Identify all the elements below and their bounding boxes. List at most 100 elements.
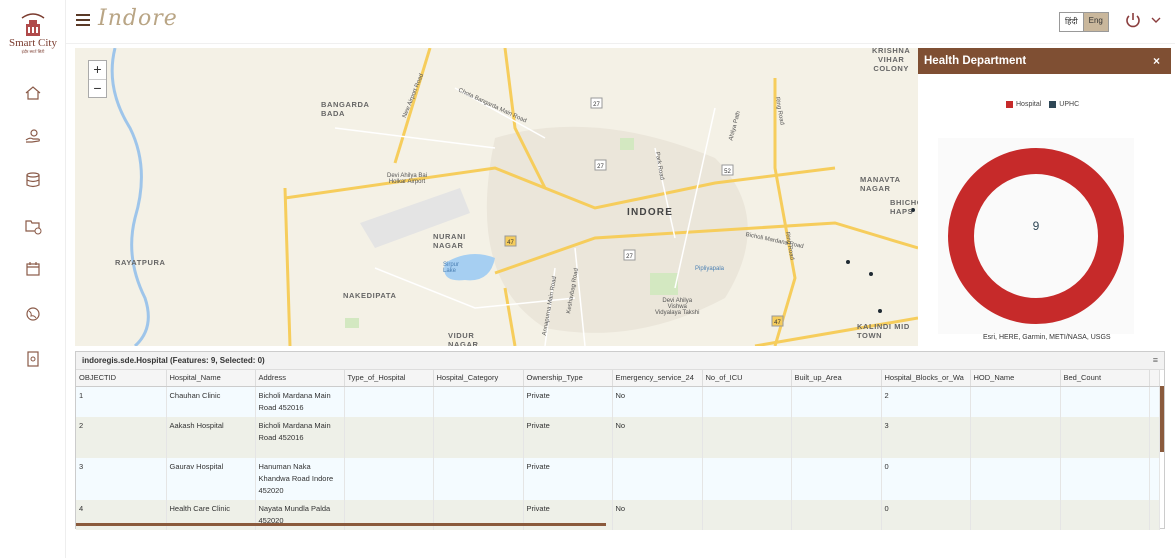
table-row[interactable]: 2 Aakash Hospital Bicholi Mardana Main Roa… <box>76 416 1160 458</box>
table-caption: indoregis.sde.Hospital (Features: 9, Sel… <box>76 352 1164 370</box>
column-header[interactable]: Type_of_Hospital <box>344 370 434 387</box>
column-header[interactable]: Bed_Count <box>1060 370 1150 387</box>
hand-coin-icon[interactable] <box>22 125 44 147</box>
donut-svg: 9 <box>948 148 1124 324</box>
map-attribution: Esri, HERE, Garmin, METI/NASA, USGS <box>983 334 1111 341</box>
cell-category <box>433 386 524 417</box>
table-menu-icon[interactable]: ≡ <box>1153 355 1158 365</box>
cell-emergency: No <box>612 386 703 417</box>
donut-chart[interactable]: 9 <box>938 138 1134 334</box>
top-bar: Indore हिंदी Eng <box>66 0 1175 44</box>
cell-icu <box>702 416 792 458</box>
svg-text:27: 27 <box>597 164 604 170</box>
power-icon[interactable] <box>1124 11 1142 29</box>
globe-icon[interactable] <box>22 303 44 325</box>
cell-category <box>433 416 524 458</box>
lang-hindi-button[interactable]: हिंदी <box>1060 13 1083 31</box>
map-label-nurani-nagar: NURANI NAGAR <box>433 232 466 250</box>
table-body: 1 Chauhan Clinic Bicholi Mardana Main Road… <box>76 386 1160 530</box>
chevron-down-icon[interactable] <box>1150 14 1162 26</box>
column-header[interactable]: Emergency_service_24 <box>612 370 703 387</box>
document-icon[interactable] <box>22 348 44 370</box>
cell-beds <box>1060 499 1150 530</box>
map-label-nakedipata: NAKEDIPATA <box>343 291 397 300</box>
cell-emergency <box>612 457 703 500</box>
legend-label: Hospital <box>1016 101 1042 108</box>
cell-area <box>791 499 882 530</box>
cell-area <box>791 416 882 458</box>
folder-add-icon[interactable] <box>22 215 44 237</box>
map-label-rayatpura: RAYATPURA <box>115 258 166 267</box>
table-header-row: OBJECTID Hospital_Name Address Type_of_Hosp… <box>76 370 1160 387</box>
cell-ownership: Private <box>523 386 613 417</box>
cell-spacer <box>1149 386 1160 417</box>
column-header[interactable]: Address <box>255 370 345 387</box>
cell-blocks: 0 <box>881 499 971 530</box>
calendar-icon[interactable] <box>22 258 44 280</box>
hospital-marker <box>878 309 882 313</box>
column-header[interactable]: Hospital_Name <box>166 370 256 387</box>
panel-header: Health Department × <box>918 48 1171 74</box>
hospital-marker <box>869 272 873 276</box>
map-label-manavta-nagar: MANAVTA NAGAR <box>860 175 901 193</box>
logo-tagline: इंदौर स्मार्ट सिटी <box>21 49 45 54</box>
column-header[interactable]: Built_up_Area <box>791 370 882 387</box>
zoom-out-button[interactable]: − <box>89 79 106 97</box>
legend-swatch <box>1049 101 1057 108</box>
cell-address: Bicholi Mardana Main Road 452016 <box>255 416 345 458</box>
cell-blocks: 3 <box>881 416 971 458</box>
column-header[interactable]: Hospital_Category <box>433 370 524 387</box>
map-label-airport: Devi Ahilya Bai Holkar Airport <box>387 173 428 185</box>
column-header[interactable]: Ownership_Type <box>523 370 613 387</box>
map-view[interactable]: 27 27 52 47 27 47 BANGARDA BADA NURANI N… <box>75 48 918 346</box>
table-row[interactable]: 1 Chauhan Clinic Bicholi Mardana Main Road… <box>76 386 1160 417</box>
column-header[interactable]: Hospital_Blocks_or_Wa <box>881 370 971 387</box>
cell-beds <box>1060 416 1150 458</box>
legend-item-uphc[interactable]: UPHC <box>1049 101 1079 108</box>
cell-beds <box>1060 457 1150 500</box>
cell-blocks: 0 <box>881 457 971 500</box>
cell-spacer <box>1149 499 1160 530</box>
cell-beds <box>1060 386 1150 417</box>
cell-ownership: Private <box>523 416 613 458</box>
panel-title: Health Department <box>924 55 1027 67</box>
cell-emergency: No <box>612 499 703 530</box>
map-label-kalindi: KALINDI MID TOWN <box>857 322 910 340</box>
legend-swatch <box>1006 101 1013 108</box>
hamburger-menu-icon[interactable] <box>76 14 90 26</box>
cell-type <box>344 416 434 458</box>
database-icon[interactable] <box>22 169 44 191</box>
column-header[interactable]: No_of_ICU <box>702 370 792 387</box>
logo-text: Smart City <box>9 37 57 49</box>
cell-id: 2 <box>76 416 167 458</box>
shield-27-a: 27 <box>593 102 600 108</box>
zoom-in-button[interactable]: + <box>89 61 106 79</box>
column-header[interactable] <box>1149 370 1160 387</box>
lang-english-button[interactable]: Eng <box>1082 13 1108 31</box>
cell-area <box>791 386 882 417</box>
map-label-pipliyapala: Pipliyapala <box>695 266 725 272</box>
smart-city-logo[interactable]: Smart City इंदौर स्मार्ट सिटी <box>4 12 62 64</box>
donut-slice-hospital[interactable] <box>948 148 1124 324</box>
cell-name: Aakash Hospital <box>166 416 256 458</box>
cell-ownership: Private <box>523 457 613 500</box>
cell-spacer <box>1149 416 1160 458</box>
attribute-table-panel: indoregis.sde.Hospital (Features: 9, Sel… <box>75 351 1165 530</box>
cell-icu <box>702 499 792 530</box>
home-icon[interactable] <box>22 82 44 104</box>
horizontal-scrollbar[interactable] <box>76 523 606 526</box>
cell-blocks: 2 <box>881 386 971 417</box>
close-icon[interactable]: × <box>1153 54 1160 68</box>
legend-item-hospital[interactable]: Hospital <box>1006 101 1041 108</box>
column-header[interactable]: OBJECTID <box>76 370 167 387</box>
language-switch: हिंदी Eng <box>1059 12 1109 32</box>
column-header[interactable]: HOD_Name <box>970 370 1061 387</box>
table-row[interactable]: 3 Gaurav Hospital Hanuman Naka Khandwa Roa… <box>76 457 1160 500</box>
cell-area <box>791 457 882 500</box>
cell-name: Chauhan Clinic <box>166 386 256 417</box>
cell-id: 3 <box>76 457 167 500</box>
vertical-scrollbar[interactable] <box>1160 386 1164 452</box>
cell-address: Hanuman Naka Khandwa Road Indore 452020 <box>255 457 345 500</box>
cell-name: Gaurav Hospital <box>166 457 256 500</box>
map-label-vidur-nagar: VIDUR NAGAR <box>448 331 479 346</box>
